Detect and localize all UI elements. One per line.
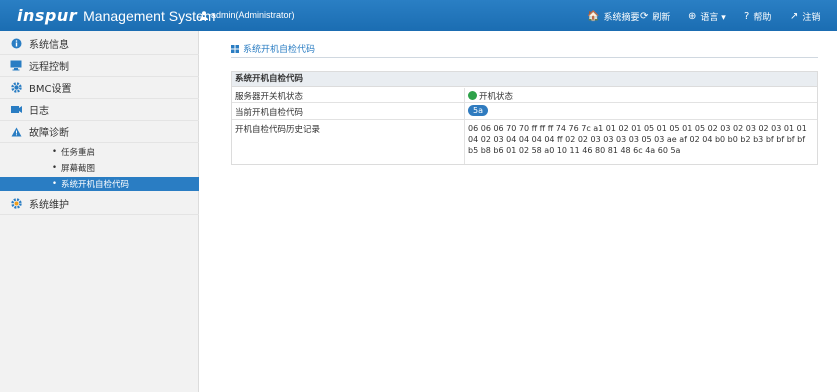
warning-icon <box>10 126 22 138</box>
language-dropdown[interactable]: ⊕ 语言 ▾ <box>688 10 726 23</box>
post-code-history: 06 06 06 70 70 ff ff ff 74 76 7c a1 01 0… <box>468 124 807 155</box>
sidebar-item-label: BMC设置 <box>29 84 72 95</box>
user-label: admin(Administrator) <box>211 10 295 20</box>
row-key: 服务器开关机状态 <box>235 92 304 102</box>
sidebar-item-log[interactable]: 日志 <box>0 99 199 121</box>
sidebar-subitem-task-restart[interactable]: • 任务重启 <box>0 145 199 159</box>
table-row: 当前开机自检代码 5a <box>232 103 817 120</box>
log-icon <box>10 104 22 116</box>
refresh-icon: ⟳ <box>640 11 649 22</box>
refresh-button[interactable]: ⟳ 刷新 <box>640 10 670 23</box>
sidebar-item-bmc-settings[interactable]: BMC设置 <box>0 77 199 99</box>
table-row: 开机自检代码历史记录 06 06 06 70 70 ff ff ff 74 76… <box>232 120 817 164</box>
help-label: 帮助 <box>753 13 772 23</box>
user-icon <box>200 10 208 20</box>
home-icon: 🏠 <box>587 11 600 22</box>
current-user: admin(Administrator) <box>200 10 295 20</box>
sidebar-item-label: 系统信息 <box>29 40 69 51</box>
globe-icon: ⊕ <box>688 11 697 22</box>
sidebar-item-diagnostics[interactable]: 故障诊断 <box>0 121 199 143</box>
panel-title: 系统开机自检代码 <box>232 72 817 87</box>
logout-button[interactable]: ↗ 注销 <box>790 10 820 23</box>
brand: inspur Management System <box>17 6 215 26</box>
sidebar-subitem-post-code[interactable]: • 系统开机自检代码 <box>0 177 199 191</box>
row-value: 开机状态 <box>468 90 813 102</box>
summary-button[interactable]: 🏠 系统摘要 <box>587 10 639 23</box>
breadcrumb: 系统开机自检代码 <box>231 42 315 55</box>
monitor-icon <box>10 60 22 72</box>
sidebar-item-label: 故障诊断 <box>29 128 69 139</box>
app-title: Management System <box>83 8 216 24</box>
top-bar: inspur Management System admin(Administr… <box>0 0 837 31</box>
language-label: 语言 ▾ <box>700 13 726 23</box>
sidebar-subitem-screenshot[interactable]: • 屏幕截图 <box>0 161 199 175</box>
sidebar-subitem-label: 任务重启 <box>61 148 96 158</box>
summary-label: 系统摘要 <box>603 13 640 23</box>
divider <box>231 57 818 58</box>
logout-label: 注销 <box>802 13 821 23</box>
post-code-panel: 系统开机自检代码 服务器开关机状态 开机状态 当前开机自检代码 5a 开机自检代… <box>231 71 818 165</box>
refresh-label: 刷新 <box>652 13 671 23</box>
gear-icon <box>10 82 22 94</box>
inspur-logo: inspur <box>17 6 78 25</box>
page-title: 系统开机自检代码 <box>243 45 316 55</box>
row-key: 开机自检代码历史记录 <box>235 125 321 135</box>
power-on-indicator <box>468 91 477 100</box>
row-key: 当前开机自检代码 <box>235 108 304 118</box>
help-icon: ? <box>744 11 750 22</box>
maintenance-icon <box>10 198 22 210</box>
grid-icon <box>231 44 239 53</box>
sidebar-item-maintenance[interactable]: 系统维护 <box>0 193 199 215</box>
help-button[interactable]: ? 帮助 <box>744 10 771 23</box>
logout-icon: ↗ <box>790 11 799 22</box>
current-post-code-badge: 5a <box>468 105 488 116</box>
info-icon <box>10 38 22 50</box>
sidebar: 系统信息 远程控制 BMC设置 日志 故障诊断 • 任务重启 • 屏幕截图 • … <box>0 31 199 392</box>
power-state: 开机状态 <box>479 92 514 102</box>
sidebar-subitem-label: 系统开机自检代码 <box>61 180 130 190</box>
row-value: 5a <box>468 105 813 116</box>
sidebar-subitem-label: 屏幕截图 <box>61 164 96 174</box>
sidebar-item-label: 远程控制 <box>29 62 69 73</box>
table-row: 服务器开关机状态 开机状态 <box>232 88 817 103</box>
sidebar-item-label: 系统维护 <box>29 200 69 211</box>
sidebar-item-remote-control[interactable]: 远程控制 <box>0 55 199 77</box>
sidebar-item-label: 日志 <box>29 106 49 117</box>
sidebar-item-system-info[interactable]: 系统信息 <box>0 33 199 55</box>
